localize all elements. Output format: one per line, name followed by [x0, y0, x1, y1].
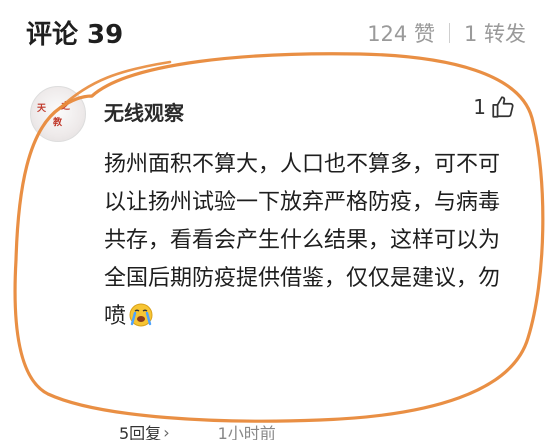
- like-count: 1: [473, 95, 486, 119]
- likes-count[interactable]: 124 赞: [367, 18, 435, 48]
- avatar-glyph: 之: [61, 102, 71, 112]
- replies-link[interactable]: 5回复: [119, 420, 161, 440]
- reposts-count[interactable]: 1 转发: [464, 18, 526, 48]
- thumbs-up-icon: [492, 96, 514, 118]
- avatar-glyph: 教: [53, 118, 63, 128]
- comment-body-text: 扬州面积不算大，人口也不算多，可不可以让扬州试验一下放弃严格防疫，与病毒共存，看…: [104, 152, 501, 329]
- comment-time: 1小时前: [217, 424, 276, 440]
- avatar-glyph: 天: [37, 104, 47, 114]
- comment-footer: 5回复 › 1小时前: [119, 420, 276, 440]
- avatar[interactable]: 天 之 教: [30, 86, 86, 142]
- stats-divider: [448, 23, 450, 43]
- like-button[interactable]: 1: [473, 94, 516, 120]
- comment-text: 扬州面积不算大，人口也不算多，可不可以让扬州试验一下放弃严格防疫，与病毒共存，看…: [104, 146, 504, 336]
- chevron-right-icon: ›: [163, 422, 170, 440]
- post-stats: 124 赞 1 转发: [367, 18, 526, 48]
- comments-header: 评论 39 124 赞 1 转发: [0, 0, 552, 60]
- comments-title: 评论 39: [26, 20, 124, 50]
- comment-username[interactable]: 无线观察: [104, 97, 184, 126]
- crying-emoji-icon: [129, 303, 153, 327]
- comment-screen: 评论 39 124 赞 1 转发 天 之 教 无线观察 1 扬州面积不算大，人口…: [0, 0, 552, 440]
